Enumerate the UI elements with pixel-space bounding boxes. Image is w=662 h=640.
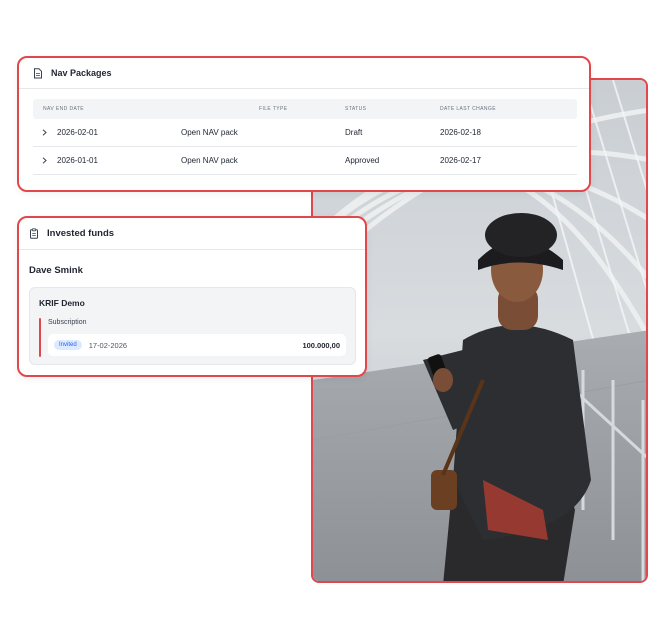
- col-nav-end-date: NAV END DATE: [43, 106, 85, 112]
- open-nav-pack-link[interactable]: Open NAV pack: [181, 156, 259, 165]
- document-icon: [34, 67, 42, 78]
- subscription-label: Subscription: [48, 319, 87, 326]
- fund-panel: KRIF Demo Subscription Invited 17-02-202…: [29, 287, 356, 365]
- subscription-accent-bar: [39, 318, 41, 357]
- status-cell: Draft: [345, 128, 363, 137]
- status-cell: Approved: [345, 156, 380, 165]
- col-file-type: FILE TYPE: [259, 106, 288, 112]
- chevron-right-icon[interactable]: [33, 129, 47, 136]
- fund-name: KRIF Demo: [39, 298, 85, 308]
- nav-packages-title: Nav Packages: [51, 68, 112, 78]
- transaction-date: 17-02-2026: [88, 340, 128, 350]
- clipboard-icon: [30, 228, 38, 239]
- col-date-last-change: DATE LAST CHANGE: [440, 106, 496, 112]
- table-row[interactable]: 2026-02-01 Open NAV pack Draft 2026-02-1…: [33, 119, 577, 147]
- status-badge: Invited: [54, 340, 82, 350]
- open-nav-pack-link[interactable]: Open NAV pack: [181, 128, 259, 137]
- nav-end-date-cell: 2026-01-01: [57, 156, 98, 165]
- table-row[interactable]: 2026-01-01 Open NAV pack Approved 2026-0…: [33, 147, 577, 175]
- chevron-right-icon[interactable]: [33, 157, 47, 164]
- col-status: STATUS: [345, 106, 367, 112]
- nav-packages-header: Nav Packages: [19, 58, 589, 89]
- table-header: NAV END DATE FILE TYPE STATUS DATE LAST …: [33, 99, 577, 119]
- date-last-change-cell: 2026-02-18: [440, 128, 481, 137]
- nav-packages-table: NAV END DATE FILE TYPE STATUS DATE LAST …: [33, 99, 577, 175]
- investor-name: Dave Smink: [29, 265, 83, 276]
- date-last-change-cell: 2026-02-17: [440, 156, 481, 165]
- invested-funds-title: Invested funds: [47, 228, 115, 239]
- invested-funds-card: Invested funds Dave Smink KRIF Demo Subs…: [17, 216, 367, 377]
- transaction-row[interactable]: Invited 17-02-2026 100.000,00: [48, 334, 346, 356]
- invested-funds-header: Invested funds: [19, 218, 365, 250]
- nav-end-date-cell: 2026-02-01: [57, 128, 98, 137]
- nav-packages-card: Nav Packages NAV END DATE FILE TYPE STAT…: [17, 56, 591, 192]
- transaction-amount: 100.000,00: [302, 340, 340, 350]
